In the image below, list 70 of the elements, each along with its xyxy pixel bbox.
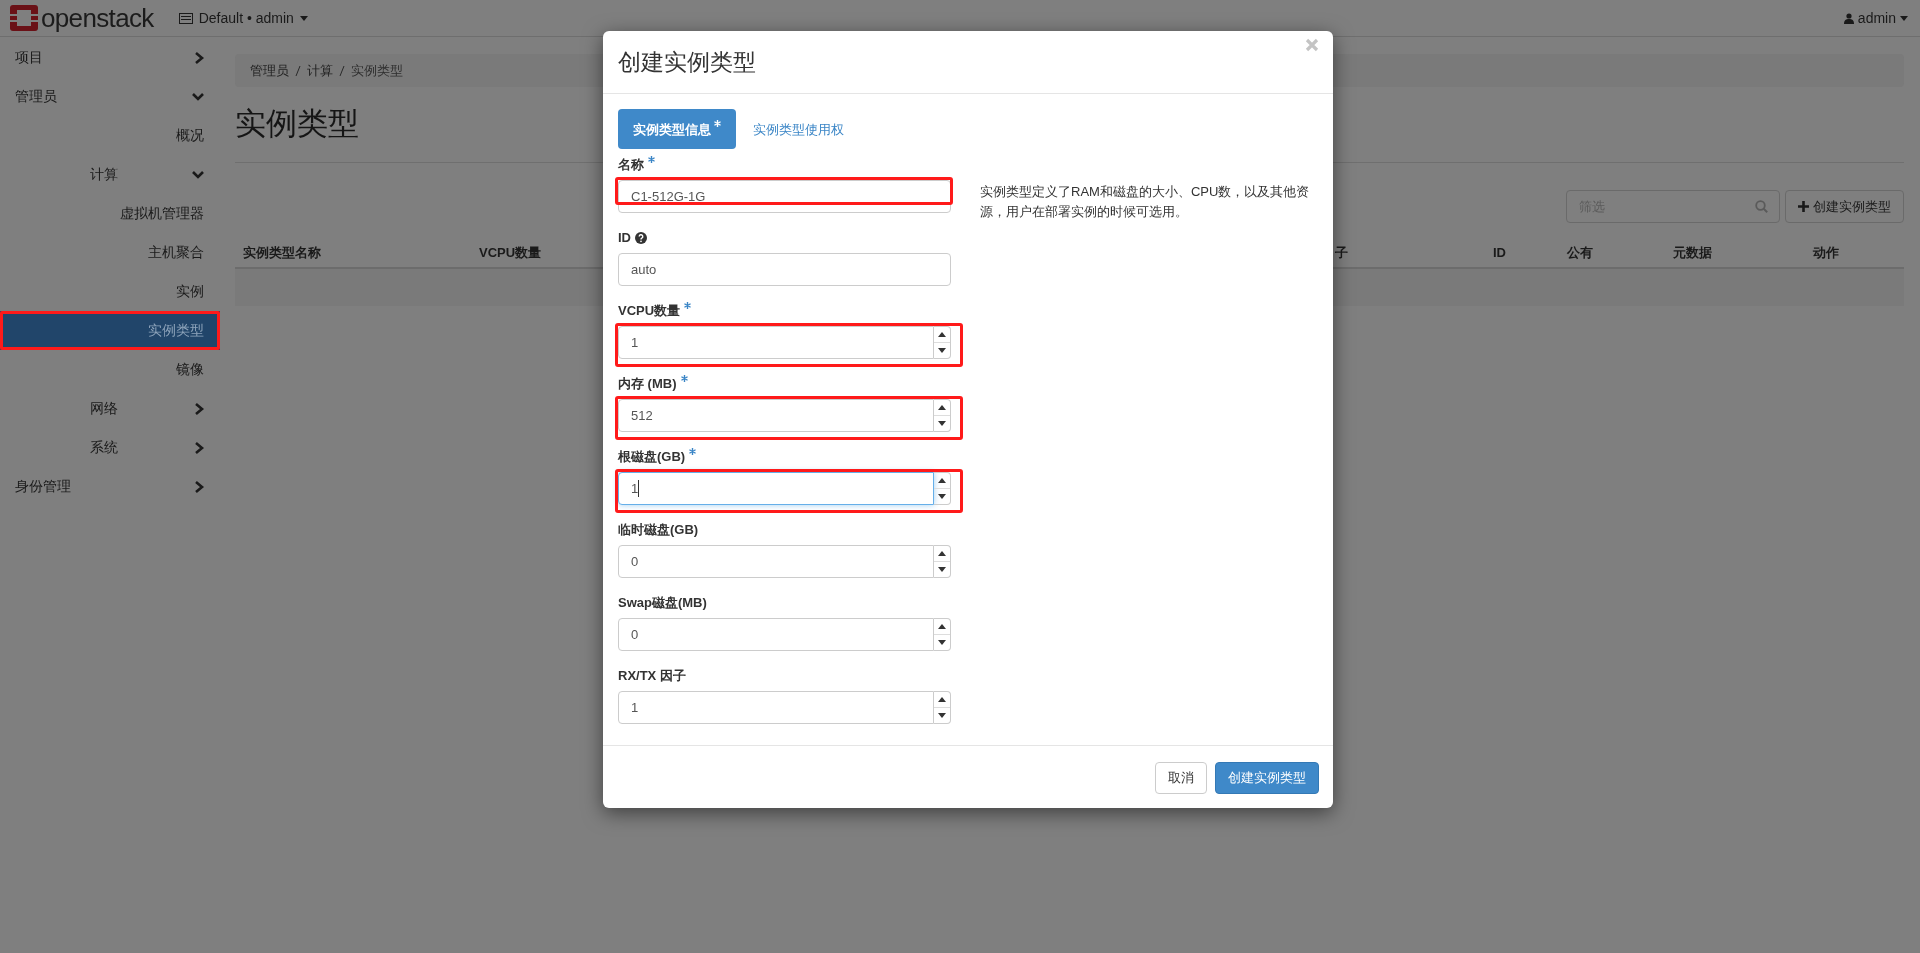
- search-icon: [1755, 200, 1768, 213]
- user-menu[interactable]: admin: [1843, 7, 1908, 29]
- field-label: 临时磁盘(GB): [618, 521, 699, 539]
- caret-icon: [1900, 15, 1908, 21]
- sidebar-item[interactable]: 计算: [0, 155, 220, 194]
- field-label: VCPU数量: [618, 302, 681, 320]
- caret-icon: [299, 15, 308, 21]
- sidebar-item[interactable]: 概况: [0, 116, 220, 155]
- submit-button[interactable]: 创建实例类型: [1215, 762, 1319, 794]
- number-field[interactable]: 1: [618, 472, 934, 505]
- tab[interactable]: 实例类型使用权: [738, 109, 859, 149]
- caret-up-icon: [938, 478, 946, 483]
- column-header: 公有: [1567, 244, 1593, 262]
- slash-icon: [339, 64, 345, 77]
- text-cursor: [638, 480, 639, 497]
- caret-up-icon: [938, 405, 946, 410]
- column-header: 元数据: [1673, 244, 1712, 262]
- number-field[interactable]: 512: [618, 399, 934, 432]
- sidebar-item[interactable]: 项目: [0, 38, 220, 77]
- modal-title: 创建实例类型: [618, 47, 756, 77]
- caret-down-icon: [938, 494, 946, 499]
- logo-icon: [10, 5, 38, 31]
- caret-up-icon: [938, 551, 946, 556]
- sidebar-item[interactable]: 网络: [0, 389, 220, 428]
- column-header: 实例类型名称: [243, 244, 321, 262]
- caret-up-icon: [938, 697, 946, 702]
- breadcrumb-item[interactable]: 计算: [307, 60, 333, 81]
- description-text: 实例类型定义了RAM和磁盘的大小、CPU数，以及其他资源，用户在部署实例的时候可选用。: [980, 183, 1311, 221]
- caret-down-icon: [938, 348, 946, 353]
- number-field[interactable]: 1: [618, 326, 934, 359]
- breadcrumb-item: 实例类型: [351, 61, 403, 80]
- user-icon: [1843, 12, 1854, 24]
- plus-icon: [1798, 201, 1809, 212]
- number-field[interactable]: 0: [618, 545, 934, 578]
- field-label: 根磁盘(GB): [618, 448, 686, 466]
- column-header: 动作: [1813, 244, 1839, 262]
- page-title: 实例类型: [235, 105, 359, 143]
- field-label: Swap磁盘(MB): [618, 594, 707, 612]
- cancel-button[interactable]: 取消: [1155, 762, 1207, 794]
- brand-name: openstack: [41, 5, 154, 31]
- caret-down-icon: [938, 713, 946, 718]
- text-field[interactable]: auto: [618, 253, 951, 286]
- sidebar-item[interactable]: 实例: [0, 272, 220, 311]
- field-label: RX/TX 因子: [618, 667, 686, 685]
- tab[interactable]: 实例类型信息: [618, 109, 736, 149]
- sidebar-item[interactable]: 系统: [0, 428, 220, 467]
- list-icon: [178, 12, 193, 24]
- breadcrumb-item[interactable]: 管理员: [250, 60, 289, 81]
- sidebar-item[interactable]: 镜像: [0, 350, 220, 389]
- caret-up-icon: [938, 624, 946, 629]
- create-button[interactable]: 创建实例类型: [1785, 190, 1904, 223]
- sidebar-item[interactable]: 虚拟机管理器: [0, 194, 220, 233]
- field-label: 内存 (MB): [618, 375, 677, 393]
- sidebar-item[interactable]: 管理员: [0, 77, 220, 116]
- sidebar-item[interactable]: 身份管理: [0, 467, 220, 506]
- field-label: ID: [618, 229, 631, 247]
- caret-down-icon: [938, 421, 946, 426]
- caret-down-icon: [938, 567, 946, 572]
- caret-down-icon: [938, 640, 946, 645]
- number-field[interactable]: 0: [618, 618, 934, 651]
- caret-up-icon: [938, 332, 946, 337]
- sidebar-item[interactable]: 实例类型: [0, 311, 220, 350]
- column-header: ID: [1493, 244, 1506, 262]
- column-header: VCPU数量: [479, 244, 542, 262]
- sidebar-item[interactable]: 主机聚合: [0, 233, 220, 272]
- project-menu[interactable]: Default • admin: [178, 7, 308, 29]
- field-label: 名称: [618, 156, 644, 174]
- column-header: 子: [1335, 244, 1348, 262]
- number-field[interactable]: 1: [618, 691, 934, 724]
- slash-icon: [295, 64, 301, 77]
